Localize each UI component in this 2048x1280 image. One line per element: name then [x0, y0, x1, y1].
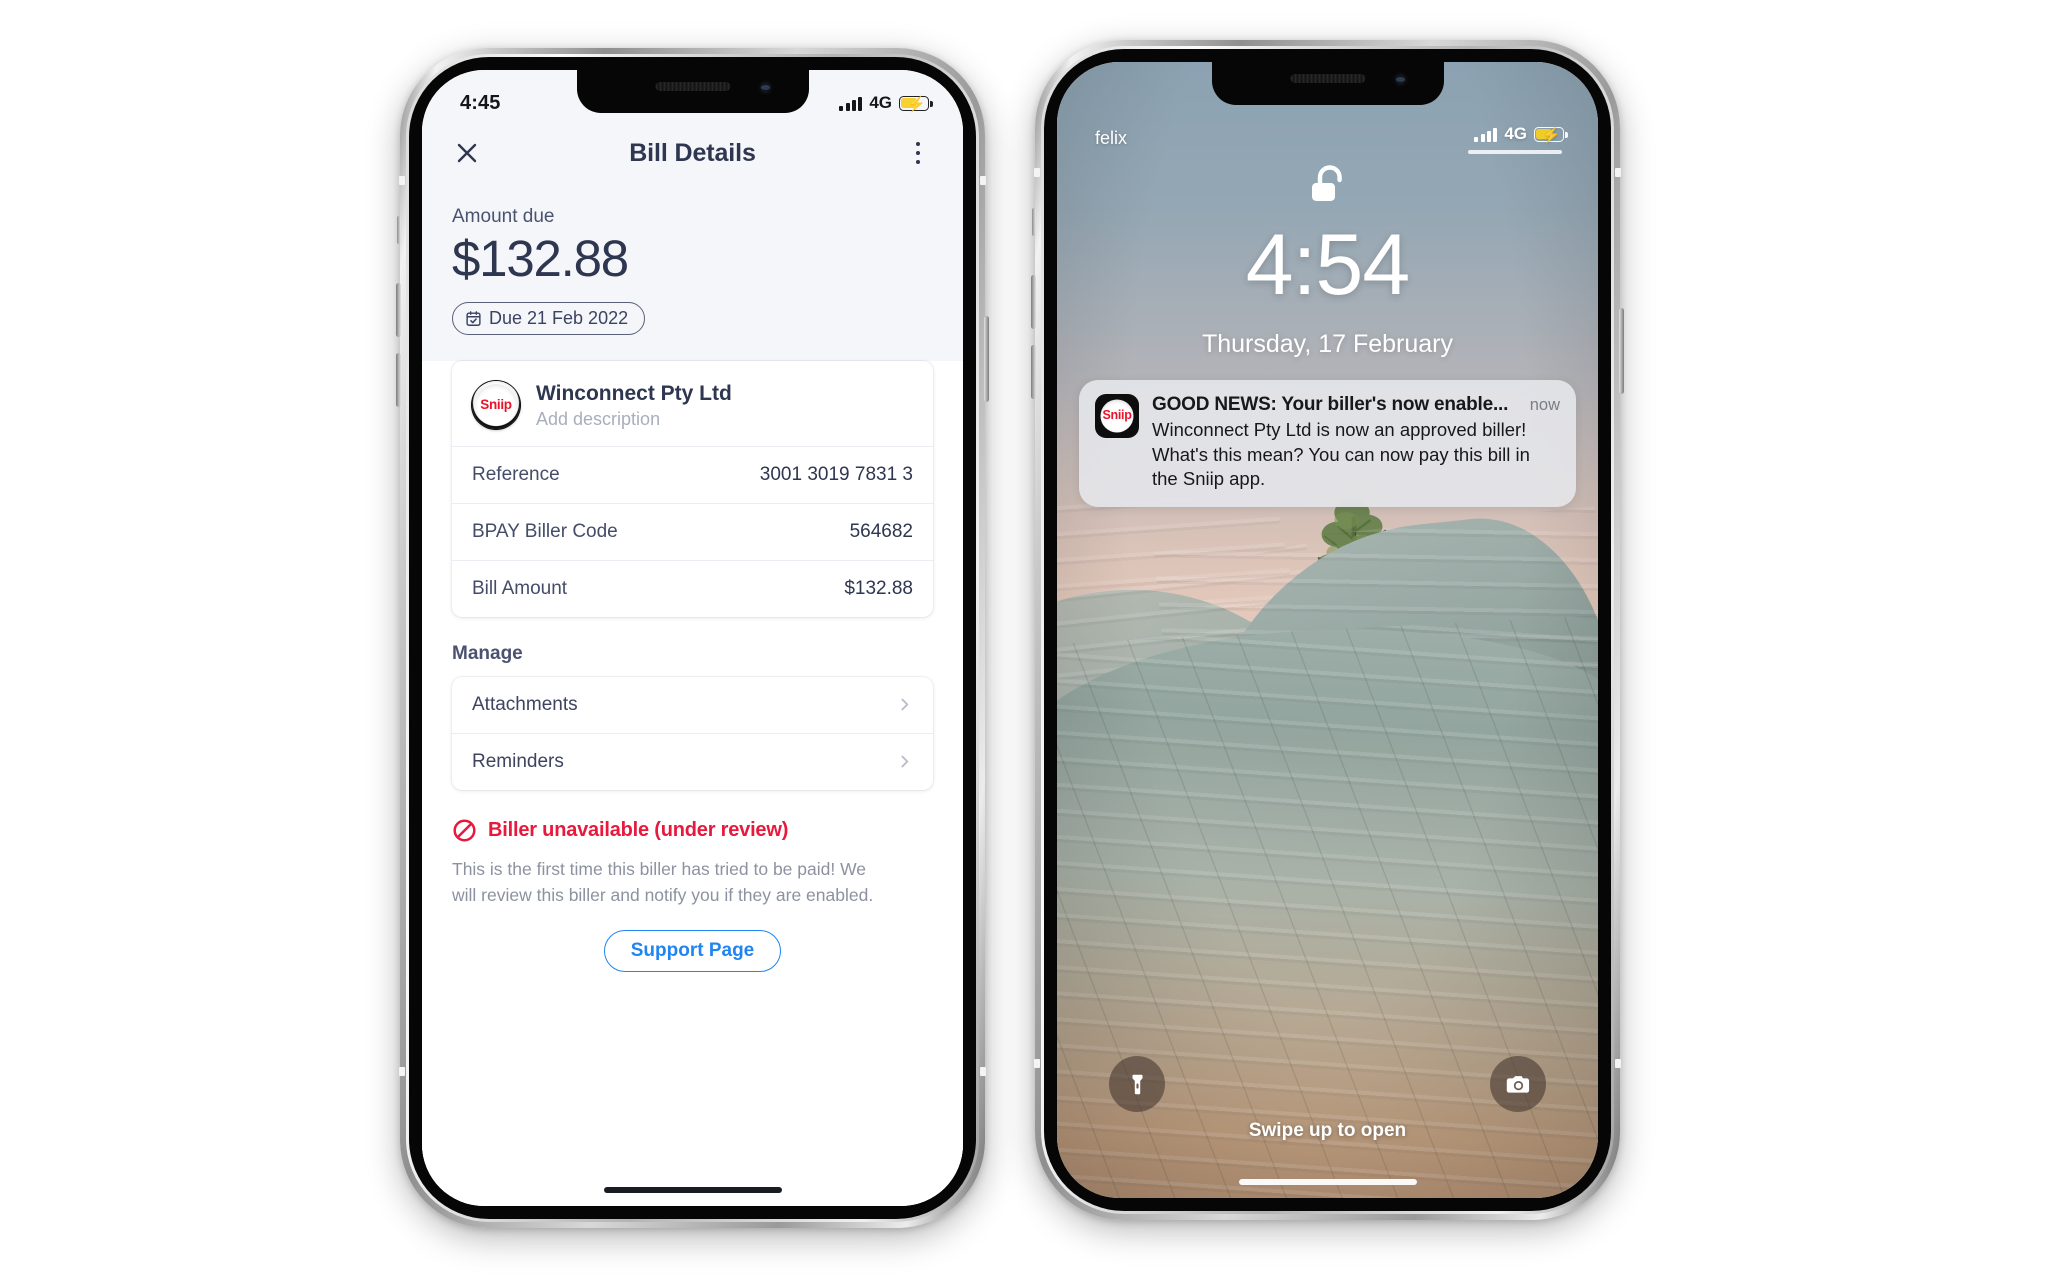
page-title: Bill Details	[629, 138, 756, 167]
notification-timestamp: now	[1529, 396, 1560, 414]
no-entry-icon	[453, 819, 476, 842]
table-row: Bill Amount $132.88	[452, 559, 933, 617]
battery-charging-icon: ⚡	[899, 95, 933, 113]
detail-label: Bill Amount	[472, 577, 568, 599]
camera-icon	[1506, 1075, 1529, 1093]
list-item-label: Reminders	[472, 750, 564, 772]
close-icon[interactable]	[450, 136, 484, 170]
chevron-right-icon	[901, 755, 909, 768]
network-type-label: 4G	[869, 93, 892, 112]
detail-value: $132.88	[844, 577, 913, 599]
notification-body: Winconnect Pty Ltd is now an approved bi…	[1152, 419, 1530, 490]
front-camera-icon	[757, 80, 773, 95]
manage-section-title: Manage	[452, 642, 523, 664]
volume-down-button[interactable]	[396, 353, 401, 407]
volume-up-button[interactable]	[396, 283, 401, 337]
status-bar-right: 4G ⚡	[1474, 124, 1568, 144]
biller-details-card: Sniip Winconnect Pty Ltd Add description…	[452, 360, 933, 617]
sniip-logo-text: Sniip	[480, 396, 512, 412]
antenna-seam	[1615, 1059, 1621, 1068]
silent-switch[interactable]	[1032, 208, 1036, 236]
notification-card[interactable]: Sniip GOOD NEWS: Your biller's now enabl…	[1079, 380, 1576, 507]
home-indicator[interactable]	[1238, 1179, 1417, 1185]
list-item-label: Attachments	[472, 693, 578, 715]
ios-lock-screen[interactable]: felix 4G ⚡ 4:54 Thursday, 17 February Sn…	[1057, 62, 1598, 1198]
list-item-reminders[interactable]: Reminders	[452, 732, 933, 790]
phone-left-bill-details: 4:45 4G ⚡ Bill Details Amount due $132.8…	[396, 48, 989, 1228]
home-indicator[interactable]	[603, 1187, 782, 1193]
amount-due-hero: Amount due $132.88 Due 21 Feb 2022	[422, 184, 963, 361]
lock-screen-time: 4:54	[1245, 217, 1410, 313]
amount-due-label: Amount due	[452, 206, 555, 227]
swipe-up-hint: Swipe up to open	[1248, 1120, 1407, 1141]
antenna-seam	[399, 176, 405, 185]
unlocked-padlock-icon	[1307, 164, 1349, 215]
status-badge: Biller unavailable (under review)	[488, 818, 789, 841]
volume-down-button[interactable]	[1031, 345, 1036, 399]
flashlight-button[interactable]	[1109, 1056, 1165, 1112]
cellular-bars-icon	[839, 96, 863, 111]
table-row: Reference 3001 3019 7831 3	[452, 445, 933, 503]
support-page-button[interactable]: Support Page	[603, 930, 782, 973]
antenna-seam	[399, 1067, 405, 1076]
flashlight-icon	[1132, 1074, 1142, 1094]
camera-button[interactable]	[1490, 1056, 1546, 1112]
biller-header-row[interactable]: Sniip Winconnect Pty Ltd Add description	[452, 361, 933, 446]
lock-screen-date: Thursday, 17 February	[1201, 330, 1454, 358]
sniip-logo-icon: Sniip	[472, 381, 520, 430]
battery-charging-icon: ⚡	[1534, 126, 1568, 144]
due-date-text: Due 21 Feb 2022	[489, 307, 629, 328]
screenshot-canvas: 4:45 4G ⚡ Bill Details Amount due $132.8…	[0, 0, 2048, 1280]
status-bar-underline	[1468, 150, 1562, 154]
cellular-bars-icon	[1474, 127, 1498, 142]
add-description-field[interactable]: Add description	[536, 409, 732, 430]
network-type-label: 4G	[1504, 124, 1527, 143]
volume-up-button[interactable]	[1031, 275, 1036, 329]
chevron-right-icon	[901, 698, 909, 711]
sniip-app-icon: Sniip	[1095, 394, 1139, 438]
manage-card: Attachments Reminders	[452, 676, 933, 790]
antenna-seam	[1615, 168, 1621, 177]
calendar-check-icon	[466, 310, 481, 326]
power-button[interactable]	[1619, 308, 1624, 394]
earpiece-speaker-icon	[655, 82, 730, 91]
power-button[interactable]	[984, 316, 989, 402]
amount-due-value: $132.88	[452, 230, 629, 287]
phone-right-lock-screen: felix 4G ⚡ 4:54 Thursday, 17 February Sn…	[1031, 40, 1624, 1220]
lock-screen-quick-actions	[1057, 1056, 1598, 1112]
biller-name: Winconnect Pty Ltd	[536, 381, 732, 405]
list-item-attachments[interactable]: Attachments	[452, 677, 933, 733]
detail-value: 3001 3019 7831 3	[759, 463, 913, 485]
detail-label: Reference	[472, 463, 560, 485]
notch	[576, 70, 809, 113]
table-row: BPAY Biller Code 564682	[452, 502, 933, 560]
front-camera-icon	[1392, 72, 1408, 87]
app-navbar: Bill Details	[422, 122, 963, 184]
antenna-seam	[1034, 168, 1040, 177]
antenna-seam	[1034, 1059, 1040, 1068]
more-vertical-icon[interactable]	[901, 136, 935, 170]
antenna-seam	[980, 176, 986, 185]
biller-unavailable-alert: Biller unavailable (under review) This i…	[422, 790, 963, 973]
status-time: 4:45	[460, 91, 501, 114]
notification-title: GOOD NEWS: Your biller's now enable...	[1152, 394, 1509, 415]
sniip-logo-text: Sniip	[1102, 408, 1132, 422]
alert-body-text: This is the first time this biller has t…	[452, 858, 874, 906]
earpiece-speaker-icon	[1290, 74, 1365, 83]
detail-value: 564682	[849, 520, 913, 542]
carrier-label: felix	[1095, 128, 1128, 148]
silent-switch[interactable]	[397, 216, 401, 244]
antenna-seam	[980, 1067, 986, 1076]
app-scroll-body[interactable]: Amount due $132.88 Due 21 Feb 2022 Sniip…	[422, 184, 963, 1206]
detail-label: BPAY Biller Code	[472, 520, 618, 542]
phone-screen-left: 4:45 4G ⚡ Bill Details Amount due $132.8…	[422, 70, 963, 1206]
notch	[1211, 62, 1444, 105]
bill-details-app: 4:45 4G ⚡ Bill Details Amount due $132.8…	[422, 70, 963, 1206]
phone-screen-right: felix 4G ⚡ 4:54 Thursday, 17 February Sn…	[1057, 62, 1598, 1198]
due-date-badge: Due 21 Feb 2022	[452, 301, 646, 335]
